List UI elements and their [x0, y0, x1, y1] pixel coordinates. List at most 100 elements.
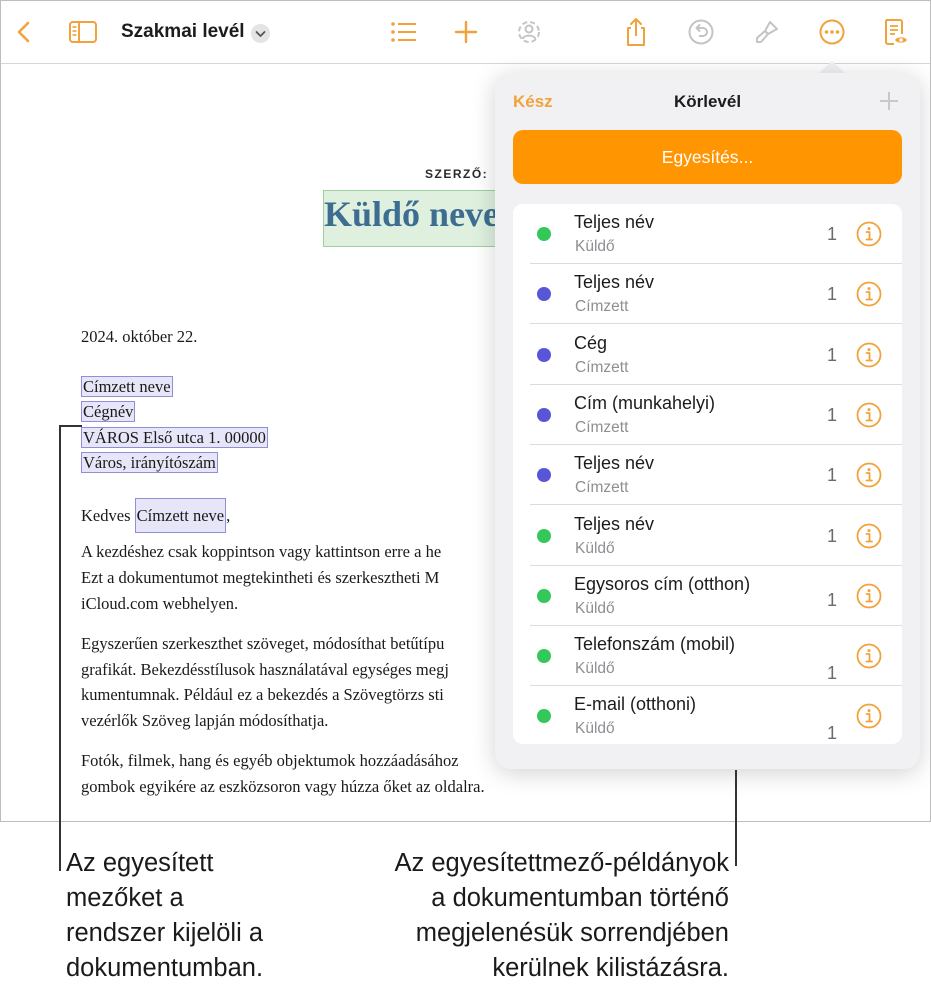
body-line: A kezdéshez csak koppintson vagy kattint…	[81, 542, 442, 561]
merge-field-row[interactable]: Teljes név Küldő 1	[513, 506, 902, 566]
chevron-down-icon[interactable]	[251, 24, 270, 43]
body-line: iCloud.com webhelyen.	[81, 594, 239, 613]
callout-leader	[59, 425, 82, 427]
caption-line: mezőket a	[66, 884, 184, 912]
sender-dot-icon	[537, 227, 551, 241]
caption-line: kerülnek kilistázásra.	[492, 954, 729, 982]
field-name: Egysoros cím (otthon)	[574, 573, 751, 594]
caption-line: megjelenésük sorrendjében	[415, 919, 729, 947]
author-label: SZERZŐ:	[425, 167, 489, 181]
field-name: Cég	[574, 332, 608, 353]
recipient-dot-icon	[537, 347, 551, 362]
greeting-recipient-field[interactable]: Címzett neve	[134, 498, 227, 533]
sender-dot-icon	[537, 709, 551, 724]
field-count: 1	[827, 589, 838, 610]
field-count: 1	[827, 224, 838, 244]
sender-name-field[interactable]: Küldő neve	[324, 193, 499, 235]
field-role: Címzett	[575, 298, 629, 316]
undo-icon	[684, 15, 718, 49]
sender-dot-icon	[537, 588, 551, 603]
field-count: 1	[827, 404, 838, 425]
field-role: Küldő	[575, 539, 615, 557]
recipient-dot-icon	[537, 287, 551, 302]
document-title[interactable]: Szakmai levél	[121, 21, 245, 43]
city-field[interactable]: Város, irányítószám	[81, 452, 218, 473]
sidebar-icon[interactable]	[66, 15, 100, 49]
address-field[interactable]: VÁROS Első utca 1. 00000	[81, 427, 268, 448]
merge-field-row[interactable]: Egysoros cím (otthon) Küldő 1	[513, 566, 902, 626]
paintbrush-icon[interactable]	[750, 15, 784, 49]
done-button[interactable]: Kész	[513, 92, 553, 112]
reading-view-icon[interactable]	[878, 15, 912, 49]
field-role: Címzett	[575, 479, 629, 497]
field-role: Címzett	[575, 418, 629, 436]
merge-field-list[interactable]: Teljes név Küldő 1 Teljes név Címzett 1 Cég Cím…	[513, 204, 902, 744]
field-role: Küldő	[575, 720, 615, 738]
field-role: Küldő	[575, 660, 615, 678]
merge-field-row[interactable]: Teljes név Küldő 1	[513, 204, 902, 264]
info-circle-icon[interactable]	[856, 703, 882, 729]
caption-left: Az egyesített mezőket a rendszer kijelöl…	[66, 846, 263, 986]
info-circle-icon[interactable]	[856, 583, 882, 609]
body-line: Egyszerűen szerkeszthet szöveget, módosí…	[81, 634, 445, 653]
merge-field-row[interactable]: Cím (munkahelyi) Címzett 1	[513, 385, 902, 445]
merge-field-row[interactable]: Teljes név Címzett 1	[513, 445, 902, 506]
field-count: 1	[827, 663, 838, 684]
field-role: Küldő	[575, 599, 615, 617]
info-circle-icon[interactable]	[856, 643, 882, 669]
list-icon[interactable]	[387, 15, 421, 49]
greeting-line: Kedves Címzett neve,	[81, 498, 230, 533]
info-circle-icon[interactable]	[856, 221, 882, 247]
body-line: Fotók, filmek, hang és egyéb objektumok …	[81, 751, 459, 770]
info-circle-icon[interactable]	[856, 462, 882, 488]
caption-line: Az egyesítettmező-példányok	[394, 849, 729, 877]
sender-dot-icon	[537, 528, 551, 543]
chevron-left-icon[interactable]	[7, 15, 41, 49]
body-line: grafikát. Bekezdésstílusok használatával…	[81, 660, 449, 679]
collaborate-icon	[512, 15, 546, 49]
greeting-prefix: Kedves	[81, 506, 131, 525]
body-line: Ezt a dokumentumot megtekintheti és szer…	[81, 568, 440, 587]
toolbar: Szakmai levél	[1, 1, 930, 64]
callout-leader	[59, 425, 61, 871]
merge-button[interactable]: Egyesítés...	[513, 130, 902, 184]
merge-field-row[interactable]: Cég Címzett 1	[513, 325, 902, 385]
info-circle-icon[interactable]	[856, 402, 882, 428]
field-count: 1	[827, 723, 838, 744]
mail-merge-popover: Körlevél Kész Egyesítés... Teljes név Kül…	[495, 73, 920, 769]
caption-line: a dokumentumban történő	[431, 884, 729, 912]
ellipsis-circle-icon[interactable]	[815, 15, 849, 49]
plus-icon[interactable]	[449, 15, 483, 49]
field-count: 1	[827, 344, 838, 365]
caption-line: dokumentumban.	[66, 954, 264, 982]
body-line: gombok egyikére az eszközsoron vagy húzz…	[81, 777, 485, 796]
plus-icon	[877, 89, 901, 113]
share-icon[interactable]	[619, 15, 653, 49]
info-circle-icon[interactable]	[856, 342, 882, 368]
field-name: Teljes név	[574, 453, 655, 474]
popover-title: Körlevél	[673, 92, 742, 111]
field-role: Küldő	[575, 238, 615, 255]
field-name: Telefonszám (mobil)	[574, 634, 736, 655]
company-field[interactable]: Cégnév	[81, 401, 136, 422]
info-circle-icon[interactable]	[856, 281, 882, 307]
date-text: 2024. október 22.	[81, 327, 198, 346]
field-name: Teljes név	[574, 272, 655, 293]
field-name: E-mail (otthoni)	[574, 694, 697, 715]
merge-field-row[interactable]: Telefonszám (mobil) Küldő 1	[513, 626, 902, 687]
field-role: Címzett	[575, 358, 629, 376]
body-line: vezérlők Szöveg lapján módosíthatja.	[81, 711, 329, 730]
caption-right: Az egyesítettmező-példányok a dokumentum…	[394, 846, 729, 986]
merge-field-row[interactable]: Teljes név Címzett 1	[513, 264, 902, 325]
caption-line: Az egyesített	[66, 849, 214, 877]
callout-leader	[735, 770, 737, 866]
recipient-name-field[interactable]: Címzett neve	[81, 376, 173, 397]
field-count: 1	[827, 465, 838, 486]
field-name: Teljes név	[574, 513, 655, 534]
body-line: kumentumnak. Például ez a bekezdés a Szö…	[81, 685, 444, 704]
info-circle-icon[interactable]	[856, 523, 882, 549]
sender-dot-icon	[537, 649, 551, 664]
merge-field-row[interactable]: E-mail (otthoni) Küldő 1	[513, 686, 902, 744]
field-name: Cím (munkahelyi)	[574, 392, 716, 413]
recipient-dot-icon	[537, 407, 551, 422]
